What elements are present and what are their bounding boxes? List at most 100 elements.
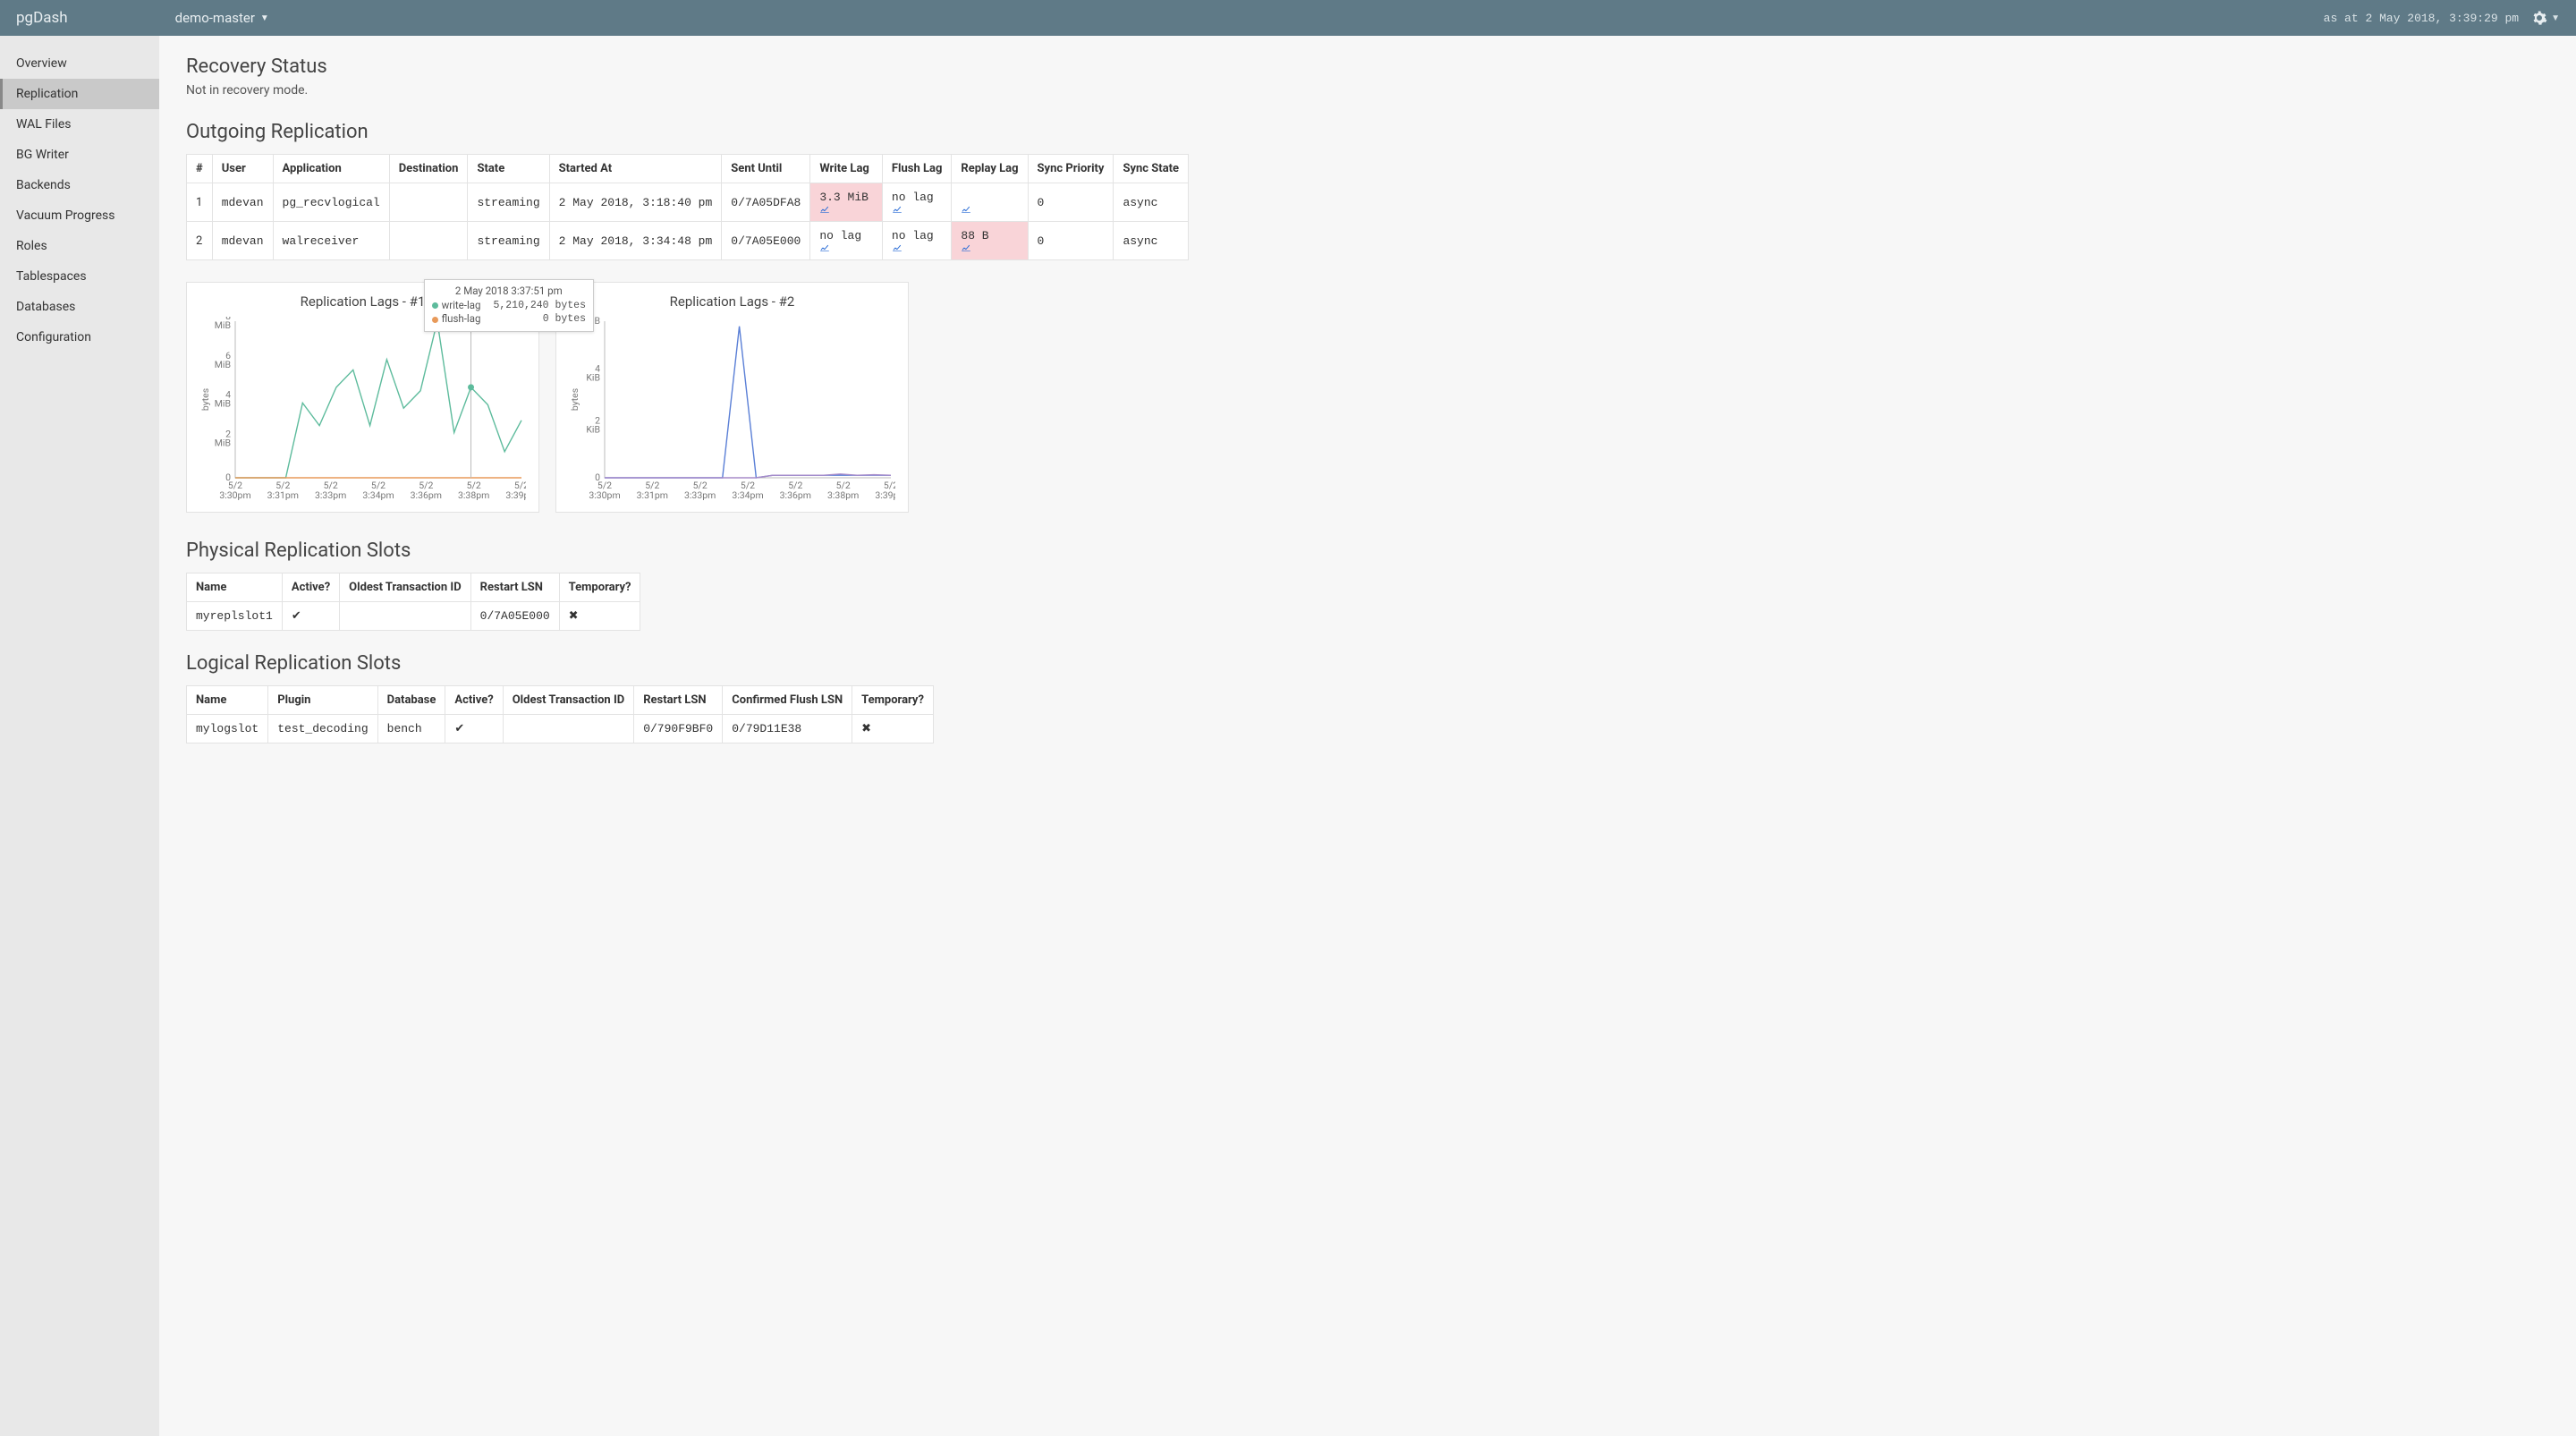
sidebar-item-tablespaces[interactable]: Tablespaces — [0, 261, 159, 292]
table-cell: bench — [377, 715, 445, 743]
table-cell: async — [1114, 222, 1189, 260]
sidebar-item-databases[interactable]: Databases — [0, 292, 159, 322]
chevron-down-icon: ▼ — [2551, 13, 2560, 23]
chart-card: Replication Lags - #102MiB4MiB6MiB8MiBby… — [186, 282, 539, 513]
table-cell — [389, 222, 468, 260]
svg-text:2MiB: 2MiB — [215, 428, 231, 448]
chart-icon[interactable] — [892, 242, 942, 252]
timestamp: as at 2 May 2018, 3:39:29 pm — [2324, 12, 2519, 25]
svg-text:5/23:30pm: 5/23:30pm — [219, 480, 250, 501]
physical-heading: Physical Replication Slots — [186, 540, 2549, 562]
settings-button[interactable]: ▼ — [2531, 10, 2560, 26]
topbar: pgDash demo-master ▼ as at 2 May 2018, 3… — [0, 0, 2576, 36]
svg-text:5/23:33pm: 5/23:33pm — [315, 480, 346, 501]
svg-text:5/23:30pm: 5/23:30pm — [589, 480, 620, 501]
gear-icon — [2531, 10, 2547, 26]
server-selector[interactable]: demo-master ▼ — [175, 10, 269, 26]
chart-icon[interactable] — [819, 242, 873, 252]
table-cell — [503, 715, 633, 743]
recovery-heading: Recovery Status — [186, 55, 2549, 78]
table-cell — [445, 715, 503, 743]
check-icon — [454, 722, 464, 735]
table-cell: 88 B — [952, 222, 1028, 260]
svg-text:5/23:31pm: 5/23:31pm — [267, 480, 299, 501]
table-cell: streaming — [468, 183, 549, 222]
sidebar-item-vacuum[interactable]: Vacuum Progress — [0, 200, 159, 231]
svg-text:5/23:31pm: 5/23:31pm — [637, 480, 668, 501]
sidebar: OverviewReplicationWAL FilesBG WriterBac… — [0, 36, 159, 1436]
table-cell: 0/79D11E38 — [723, 715, 852, 743]
sidebar-item-overview[interactable]: Overview — [0, 48, 159, 79]
svg-text:2KiB: 2KiB — [586, 415, 600, 436]
table-header: State — [468, 155, 549, 183]
table-cell: myreplslot1 — [187, 602, 283, 631]
chart-icon[interactable] — [961, 242, 1018, 252]
table-cell: 0 — [1028, 183, 1114, 222]
table-header: Restart LSN — [634, 686, 723, 715]
table-cell — [282, 602, 339, 631]
table-row: mylogslottest_decodingbench 0/790F9BF00/7… — [187, 715, 934, 743]
sidebar-item-backends[interactable]: Backends — [0, 170, 159, 200]
table-cell: streaming — [468, 222, 549, 260]
table-cell: 2 May 2018, 3:18:40 pm — [549, 183, 722, 222]
chevron-down-icon: ▼ — [260, 13, 269, 23]
table-header: Sent Until — [722, 155, 810, 183]
table-header: Application — [273, 155, 389, 183]
table-cell — [952, 183, 1028, 222]
table-cell: mylogslot — [187, 715, 268, 743]
sidebar-item-roles[interactable]: Roles — [0, 231, 159, 261]
table-header: Replay Lag — [952, 155, 1028, 183]
chart-tooltip: 2 May 2018 3:37:51 pmwrite-lag5,210,240 … — [424, 279, 594, 332]
table-cell: no lag — [882, 183, 951, 222]
table-cell: 0/790F9BF0 — [634, 715, 723, 743]
sidebar-item-walfiles[interactable]: WAL Files — [0, 109, 159, 140]
svg-text:4KiB: 4KiB — [586, 362, 600, 383]
table-cell: no lag — [810, 222, 883, 260]
table-header: Oldest Transaction ID — [340, 574, 470, 602]
table-cell: mdevan — [212, 183, 273, 222]
cross-icon — [569, 609, 579, 623]
physical-table: NameActive?Oldest Transaction IDRestart … — [186, 573, 640, 631]
svg-text:5/23:36pm: 5/23:36pm — [411, 480, 442, 501]
table-cell: mdevan — [212, 222, 273, 260]
svg-text:5/23:33pm: 5/23:33pm — [684, 480, 716, 501]
table-header: Active? — [445, 686, 503, 715]
table-header: Name — [187, 686, 268, 715]
svg-text:bytes: bytes — [569, 388, 580, 411]
chart-svg: 02KiB4KiBKiBbytes5/23:30pm5/23:31pm5/23:… — [569, 317, 895, 505]
table-header: Sync Priority — [1028, 155, 1114, 183]
table-cell: walreceiver — [273, 222, 389, 260]
table-cell: 0/7A05E000 — [722, 222, 810, 260]
sidebar-item-replication[interactable]: Replication — [0, 79, 159, 109]
chart-icon[interactable] — [961, 204, 1018, 214]
chart-title: Replication Lags - #2 — [569, 293, 895, 310]
logical-table: NamePluginDatabaseActive?Oldest Transact… — [186, 685, 934, 743]
table-cell: 2 — [187, 222, 213, 260]
table-row: 1mdevanpg_recvlogicalstreaming2 May 2018… — [187, 183, 1189, 222]
svg-text:8MiB: 8MiB — [215, 317, 231, 331]
table-header: Flush Lag — [882, 155, 951, 183]
table-header: Oldest Transaction ID — [503, 686, 633, 715]
table-cell: test_decoding — [268, 715, 377, 743]
table-header: Started At — [549, 155, 722, 183]
table-header: Write Lag — [810, 155, 883, 183]
chart-icon[interactable] — [819, 204, 873, 214]
sidebar-item-config[interactable]: Configuration — [0, 322, 159, 353]
sidebar-item-bgwriter[interactable]: BG Writer — [0, 140, 159, 170]
table-header: Destination — [389, 155, 468, 183]
svg-text:6MiB: 6MiB — [215, 350, 231, 370]
table-cell: 0 — [1028, 222, 1114, 260]
table-cell: 2 May 2018, 3:34:48 pm — [549, 222, 722, 260]
table-header: Sync State — [1114, 155, 1189, 183]
table-header: Temporary? — [559, 574, 640, 602]
table-header: Database — [377, 686, 445, 715]
table-header: Temporary? — [852, 686, 934, 715]
table-header: # — [187, 155, 213, 183]
chart-icon[interactable] — [892, 204, 942, 214]
outgoing-table: #UserApplicationDestinationStateStarted … — [186, 154, 1189, 260]
table-row: 2mdevanwalreceiver streaming2 May 2018, 3… — [187, 222, 1189, 260]
table-header: Confirmed Flush LSN — [723, 686, 852, 715]
table-cell: 0/7A05E000 — [470, 602, 559, 631]
logical-heading: Logical Replication Slots — [186, 652, 2549, 675]
svg-text:5/23:39pm: 5/23:39pm — [505, 480, 526, 501]
